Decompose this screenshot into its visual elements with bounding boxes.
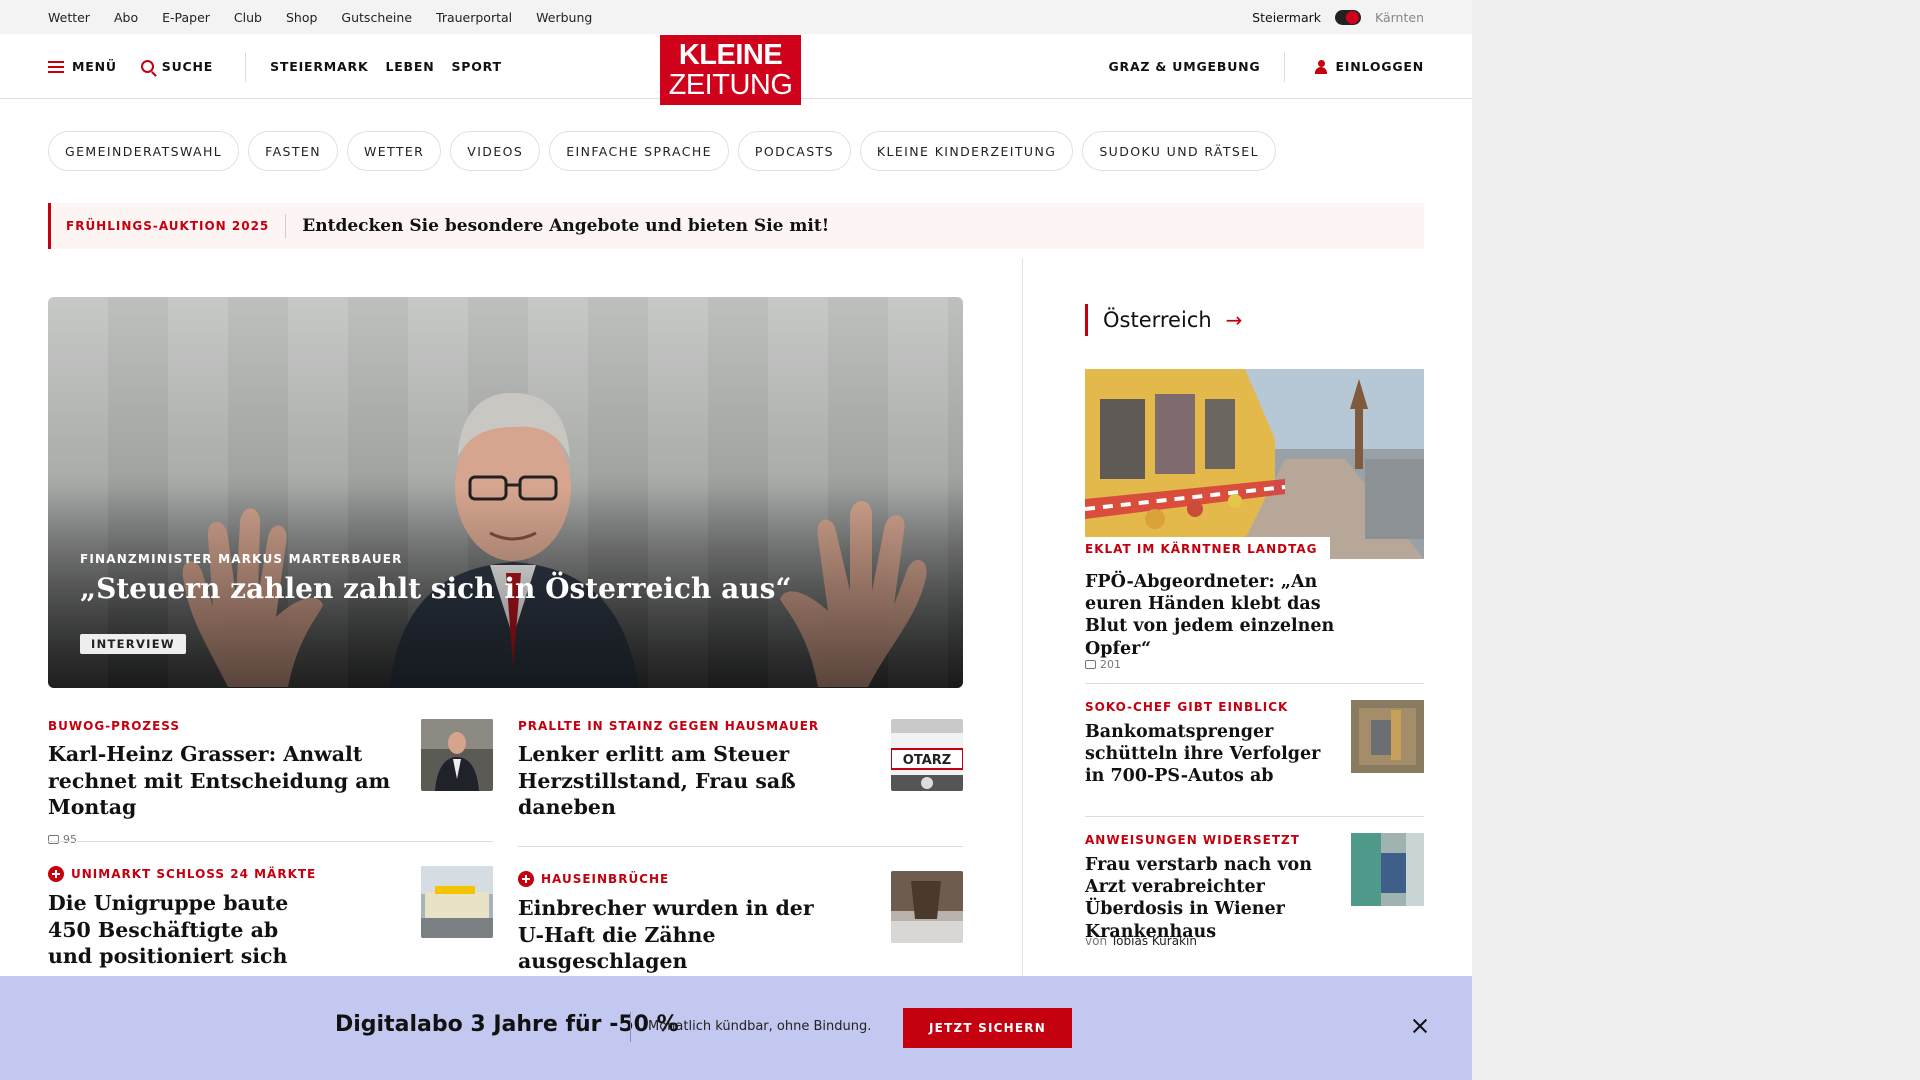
nav-sport[interactable]: SPORT bbox=[451, 59, 501, 74]
login-label: EINLOGGEN bbox=[1335, 59, 1424, 74]
promo-text: Entdecken Sie besondere Angebote und bie… bbox=[302, 216, 830, 236]
search-label: SUCHE bbox=[161, 59, 214, 74]
comment-count-value: 201 bbox=[1100, 658, 1121, 671]
sidebar-kicker: EKLAT IM KÄRNTNER LANDTAG bbox=[1085, 537, 1330, 560]
utility-link-shop[interactable]: Shop bbox=[286, 10, 317, 25]
teaser-thumbnail bbox=[421, 719, 493, 791]
section-oesterreich[interactable]: Österreich → bbox=[1085, 304, 1242, 336]
chip-videos[interactable]: VIDEOS bbox=[450, 131, 541, 171]
author-name[interactable]: Tobias Kurakin bbox=[1111, 934, 1197, 948]
teaser-headline[interactable]: Einbrecher wurden in der U-Haft die Zähn… bbox=[518, 895, 838, 975]
teaser-thumbnail: OTARZ bbox=[891, 719, 963, 791]
teaser-divider bbox=[518, 846, 963, 847]
close-icon[interactable] bbox=[1409, 1015, 1431, 1037]
region-steiermark[interactable]: Steiermark bbox=[1252, 10, 1321, 25]
teaser-thumbnail bbox=[891, 871, 963, 943]
chip-kinderzeitung[interactable]: KLEINE KINDERZEITUNG bbox=[859, 131, 1074, 171]
hero-title[interactable]: „Steuern zahlen zahlt sich in Österreich… bbox=[80, 572, 791, 605]
teaser-thumbnail bbox=[421, 866, 493, 938]
sidebar-divider bbox=[1085, 816, 1424, 817]
search-button[interactable]: SUCHE bbox=[140, 59, 214, 74]
topic-chips: GEMEINDERATSWAHL FASTEN WETTER VIDEOS EI… bbox=[48, 131, 1276, 171]
sidebar-thumbnail bbox=[1351, 833, 1424, 906]
article-teaser[interactable]: BUWOG-PROZESS Karl-Heinz Grasser: Anwalt… bbox=[48, 719, 493, 846]
author-line: von Tobias Kurakin bbox=[1085, 934, 1197, 948]
kleine-zeitung-logo[interactable]: KLEINE ZEITUNG bbox=[660, 35, 801, 105]
utility-link-epaper[interactable]: E-Paper bbox=[162, 10, 210, 25]
utility-link-trauerportal[interactable]: Trauerportal bbox=[436, 10, 512, 25]
search-icon bbox=[140, 60, 154, 73]
menu-button[interactable]: MENÜ bbox=[48, 59, 117, 74]
hero-kicker: FINANZMINISTER MARKUS MARTERBAUER bbox=[80, 552, 403, 566]
chip-gemeinderatswahl[interactable]: GEMEINDERATSWAHL bbox=[48, 131, 240, 171]
article-teaser[interactable]: HAUSEINBRÜCHE Einbrecher wurden in der U… bbox=[518, 871, 963, 975]
utility-link-werbung[interactable]: Werbung bbox=[536, 10, 592, 25]
teaser-kicker-text: HAUSEINBRÜCHE bbox=[541, 872, 670, 886]
logo-line-2: ZEITUNG bbox=[668, 69, 793, 101]
comment-count[interactable]: 95 bbox=[48, 833, 493, 846]
teaser-headline[interactable]: Karl-Heinz Grasser: Anwalt rechnet mit E… bbox=[48, 741, 408, 821]
chip-sudoku[interactable]: SUDOKU UND RÄTSEL bbox=[1082, 131, 1276, 171]
promo-tag: FRÜHLINGS-AUKTION 2025 bbox=[51, 214, 287, 238]
utility-links: Wetter Abo E-Paper Club Shop Gutscheine … bbox=[48, 0, 616, 34]
utility-link-club[interactable]: Club bbox=[234, 10, 262, 25]
chip-wetter[interactable]: WETTER bbox=[346, 131, 442, 171]
region-switch: Steiermark Kärnten bbox=[1252, 0, 1424, 34]
sidebar-headline[interactable]: Bankomatsprenger schütteln ihre Verfolge… bbox=[1085, 721, 1325, 788]
viewport-background bbox=[1472, 0, 1920, 1080]
comment-count[interactable]: 201 bbox=[1085, 658, 1121, 671]
hero-badge: INTERVIEW bbox=[80, 634, 186, 654]
nav-leben[interactable]: LEBEN bbox=[385, 59, 434, 74]
logo-line-1: KLEINE bbox=[678, 39, 783, 71]
column-divider bbox=[1022, 258, 1023, 978]
nav-divider-right bbox=[1284, 51, 1286, 82]
article-teaser[interactable]: PRALLTE IN STAINZ GEGEN HAUSMAUER Lenker… bbox=[518, 719, 963, 821]
plus-icon bbox=[48, 866, 64, 882]
teaser-kicker-text: UNIMARKT SCHLOSS 24 MÄRKTE bbox=[71, 867, 317, 881]
chip-podcasts[interactable]: PODCASTS bbox=[737, 131, 851, 171]
utility-link-gutscheine[interactable]: Gutscheine bbox=[341, 10, 412, 25]
hamburger-icon bbox=[48, 60, 64, 73]
nav-divider bbox=[245, 51, 247, 82]
plus-icon bbox=[518, 871, 534, 887]
teaser-divider bbox=[48, 841, 493, 842]
auction-promo[interactable]: FRÜHLINGS-AUKTION 2025 Entdecken Sie bes… bbox=[48, 203, 1424, 249]
sidebar-headline[interactable]: Frau verstarb nach von Arzt verabreichte… bbox=[1085, 854, 1330, 943]
subscription-banner: Digitalabo 3 Jahre für -50 % Monatlich k… bbox=[0, 976, 1472, 1080]
utility-link-abo[interactable]: Abo bbox=[114, 10, 138, 25]
sidebar-thumbnail bbox=[1351, 700, 1424, 773]
chip-fasten[interactable]: FASTEN bbox=[248, 131, 338, 171]
sidebar-kicker: ANWEISUNGEN WIDERSETZT bbox=[1085, 833, 1300, 847]
sidebar-divider bbox=[1085, 683, 1424, 684]
teaser-headline[interactable]: Lenker erlitt am Steuer Herzstillstand, … bbox=[518, 741, 878, 821]
region-toggle[interactable] bbox=[1335, 9, 1361, 25]
user-icon bbox=[1315, 59, 1328, 74]
chip-einfache-sprache[interactable]: EINFACHE SPRACHE bbox=[549, 131, 729, 171]
hero-article[interactable]: FINANZMINISTER MARKUS MARTERBAUER „Steue… bbox=[48, 297, 963, 688]
banner-subtext: Monatlich kündbar, ohne Bindung. bbox=[648, 1019, 872, 1034]
comment-icon bbox=[1085, 660, 1096, 669]
sidebar-headline[interactable]: FPÖ-Abgeordneter: „An euren Händen klebt… bbox=[1085, 571, 1355, 660]
subscribe-button[interactable]: JETZT SICHERN bbox=[903, 1008, 1072, 1048]
banner-divider bbox=[630, 1012, 631, 1042]
sidebar-lead-image[interactable] bbox=[1085, 369, 1424, 559]
section-title: Österreich bbox=[1103, 308, 1212, 332]
page: Wetter Abo E-Paper Club Shop Gutscheine … bbox=[0, 0, 1472, 1080]
login-button[interactable]: EINLOGGEN bbox=[1315, 59, 1424, 74]
utility-bar: Wetter Abo E-Paper Club Shop Gutscheine … bbox=[0, 0, 1472, 34]
location-link[interactable]: GRAZ & UMGEBUNG bbox=[1108, 59, 1260, 74]
nav-steiermark[interactable]: STEIERMARK bbox=[270, 59, 368, 74]
author-prefix: von bbox=[1085, 934, 1108, 948]
sidebar-kicker: SOKO-CHEF GIBT EINBLICK bbox=[1085, 700, 1289, 714]
arrow-right-icon: → bbox=[1225, 308, 1243, 332]
comment-count-value: 95 bbox=[63, 832, 77, 846]
utility-link-wetter[interactable]: Wetter bbox=[48, 10, 90, 25]
svg-text:OTARZ: OTARZ bbox=[903, 753, 951, 768]
banner-headline: Digitalabo 3 Jahre für -50 % bbox=[335, 1012, 679, 1037]
region-kaernten[interactable]: Kärnten bbox=[1375, 10, 1424, 25]
comment-icon bbox=[48, 834, 59, 844]
menu-label: MENÜ bbox=[72, 59, 117, 74]
